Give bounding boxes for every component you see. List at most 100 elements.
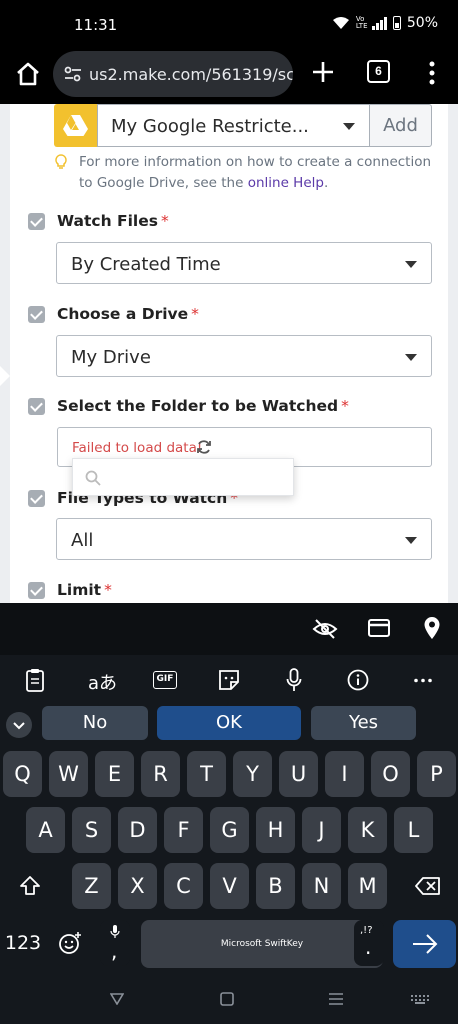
chevron-down-icon [405, 261, 417, 268]
connection-hint: For more information on how to create a … [54, 152, 434, 194]
folder-label: Select the Folder to be Watched * [28, 396, 349, 416]
location-pin-icon[interactable] [423, 616, 441, 640]
online-help-link[interactable]: online Help [248, 175, 324, 191]
folder-checkbox[interactable] [28, 397, 45, 415]
home-nav-icon[interactable] [220, 992, 234, 1006]
wifi-icon [332, 17, 349, 29]
key-j[interactable]: J [302, 807, 341, 853]
emoji-key[interactable] [55, 920, 85, 966]
sticker-icon[interactable] [218, 669, 240, 691]
limit-label: Limit * [28, 580, 112, 600]
connection-value: My Google Restricte... [111, 116, 309, 137]
key-k[interactable]: K [348, 807, 387, 853]
key-d[interactable]: D [118, 807, 157, 853]
watch-files-checkbox[interactable] [28, 212, 45, 230]
collapse-suggestions-button[interactable] [6, 712, 32, 738]
key-s[interactable]: S [72, 807, 111, 853]
key-w[interactable]: W [49, 751, 88, 797]
space-bar[interactable]: Microsoft SwiftKey [141, 920, 383, 968]
key-l[interactable]: L [394, 807, 433, 853]
folder-search-dropdown[interactable] [72, 458, 294, 496]
suggestion-no[interactable]: No [42, 706, 148, 740]
site-settings-icon[interactable] [63, 64, 83, 84]
emoji-icon [59, 932, 81, 954]
add-connection-button[interactable]: Add [369, 104, 432, 147]
suggestion-ok[interactable]: OK [157, 706, 301, 740]
url-text: us2.make.com/561319/scenarios [89, 65, 293, 84]
key-y[interactable]: Y [233, 751, 272, 797]
volte-icon: Vo LTE [355, 15, 368, 30]
numbers-key[interactable]: 123 [2, 920, 44, 966]
more-options-icon[interactable] [414, 678, 432, 683]
choose-drive-select[interactable]: My Drive [56, 335, 432, 377]
google-drive-icon [63, 115, 88, 136]
key-q[interactable]: Q [3, 751, 42, 797]
comma-label: , [111, 939, 118, 963]
autofill-bar [0, 603, 458, 655]
backspace-key[interactable] [406, 863, 450, 909]
choose-drive-value: My Drive [71, 347, 151, 368]
refresh-icon[interactable] [196, 439, 212, 455]
key-a[interactable]: A [26, 807, 65, 853]
choose-drive-checkbox[interactable] [28, 305, 45, 323]
key-m[interactable]: M [348, 863, 387, 909]
battery-icon [392, 16, 401, 30]
gif-icon[interactable]: GIF [153, 671, 177, 689]
google-drive-logo [54, 104, 97, 147]
connection-select[interactable]: My Google Restricte... [97, 104, 370, 147]
address-bar[interactable]: us2.make.com/561319/scenarios [53, 51, 293, 97]
signal-icon [371, 16, 387, 30]
translate-icon[interactable]: aあ [88, 669, 117, 695]
key-e[interactable]: E [95, 751, 134, 797]
chevron-down-icon [405, 537, 417, 544]
new-tab-icon[interactable] [310, 59, 336, 85]
key-c[interactable]: C [164, 863, 203, 909]
more-menu-icon[interactable] [426, 60, 438, 86]
chevron-down-icon [343, 123, 355, 130]
battery-level: 50% [406, 15, 438, 31]
key-z[interactable]: Z [72, 863, 111, 909]
microphone-icon[interactable] [286, 668, 302, 692]
key-i[interactable]: I [325, 751, 364, 797]
tab-switcher-button[interactable]: 6 [367, 60, 390, 83]
chevron-down-icon [405, 354, 417, 361]
keyboard: aあ GIF No OK Yes Q W E R T Y U I O P A S… [0, 603, 458, 1024]
watch-files-label: Watch Files * [28, 211, 169, 231]
period-key[interactable]: ,!? . [354, 920, 384, 966]
suggestion-yes[interactable]: Yes [311, 706, 416, 740]
key-f[interactable]: F [164, 807, 203, 853]
choose-drive-label: Choose a Drive * [28, 304, 199, 324]
file-types-checkbox[interactable] [28, 489, 45, 507]
key-g[interactable]: G [210, 807, 249, 853]
key-b[interactable]: B [256, 863, 295, 909]
key-o[interactable]: O [371, 751, 410, 797]
web-content: My Google Restricte... Add For more info… [0, 104, 458, 603]
key-u[interactable]: U [279, 751, 318, 797]
search-icon [85, 470, 101, 486]
password-hidden-icon[interactable] [312, 617, 338, 641]
panel-pointer [0, 366, 10, 386]
limit-checkbox[interactable] [28, 581, 45, 599]
key-t[interactable]: T [187, 751, 226, 797]
key-r[interactable]: R [141, 751, 180, 797]
keyboard-switch-icon[interactable] [410, 994, 430, 1004]
shift-key[interactable] [10, 863, 50, 909]
comma-key[interactable]: , [100, 920, 130, 966]
key-v[interactable]: V [210, 863, 249, 909]
key-n[interactable]: N [302, 863, 341, 909]
back-nav-icon[interactable] [110, 993, 124, 1005]
module-settings-panel: My Google Restricte... Add For more info… [10, 104, 448, 603]
recents-nav-icon[interactable] [328, 993, 344, 1005]
go-key[interactable] [393, 920, 456, 968]
info-icon[interactable] [347, 669, 369, 691]
clipboard-icon[interactable] [25, 668, 45, 692]
file-types-select[interactable]: All [56, 518, 432, 560]
status-icons: Vo LTE 50% [332, 15, 438, 31]
arrow-right-icon [413, 934, 438, 954]
key-h[interactable]: H [256, 807, 295, 853]
watch-files-select[interactable]: By Created Time [56, 242, 432, 284]
home-icon[interactable] [14, 60, 42, 88]
credit-card-icon[interactable] [368, 619, 390, 637]
key-x[interactable]: X [118, 863, 157, 909]
key-p[interactable]: P [417, 751, 456, 797]
